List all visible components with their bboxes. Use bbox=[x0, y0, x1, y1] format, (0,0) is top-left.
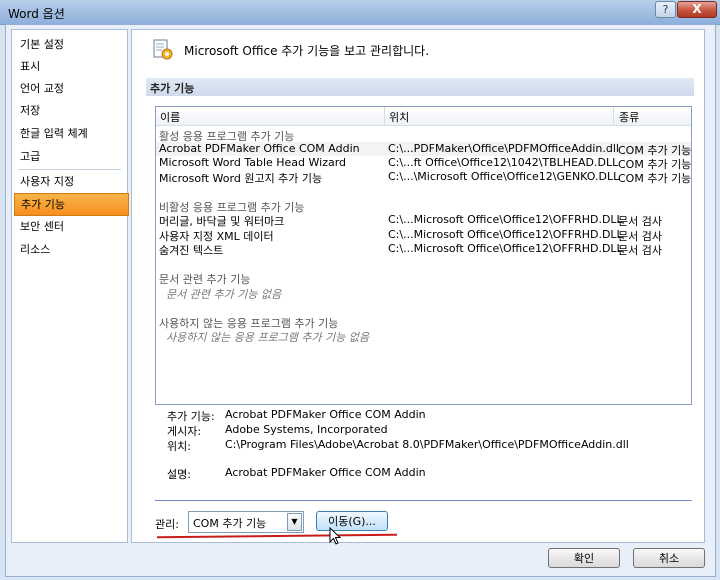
nav-item-basic[interactable]: 기본 설정 bbox=[14, 34, 127, 55]
nav-item-hangul-input[interactable]: 한글 입력 체계 bbox=[14, 123, 127, 144]
detail-description-label: 설명: bbox=[167, 468, 191, 481]
column-divider bbox=[384, 107, 385, 125]
manage-select[interactable]: COM 추가 기능 ▼ bbox=[188, 511, 304, 533]
list-item[interactable]: Microsoft Word 원고지 추가 기능 C:\...\Microsof… bbox=[156, 170, 692, 185]
addin-type: 문서 검사 bbox=[618, 244, 662, 257]
detail-location-label: 위치: bbox=[167, 440, 191, 453]
red-annotation-underline bbox=[156, 533, 398, 539]
detail-addin-value: Acrobat PDFMaker Office COM Addin bbox=[225, 408, 426, 421]
go-button[interactable]: 이동(G)... bbox=[316, 511, 388, 531]
addin-location: C:\...Microsoft Office\Office12\OFFRHD.D… bbox=[388, 213, 623, 226]
disabled-empty-text: 사용하지 않는 응용 프로그램 추가 기능 없음 bbox=[166, 331, 370, 344]
options-nav: 기본 설정 표시 언어 교정 저장 한글 입력 체계 고급 사용자 지정 추가 … bbox=[11, 29, 129, 543]
addin-location: C:\...Microsoft Office\Office12\OFFRHD.D… bbox=[388, 242, 623, 255]
addin-type: COM 추가 기능 bbox=[618, 172, 692, 185]
list-item[interactable]: 숨겨진 텍스트 C:\...Microsoft Office\Office12\… bbox=[156, 242, 691, 257]
divider bbox=[155, 500, 692, 501]
list-item[interactable]: 사용자 지정 XML 데이터 C:\...Microsoft Office\Of… bbox=[156, 228, 691, 243]
addin-location: C:\...\Microsoft Office\Office12\GENKO.D… bbox=[388, 170, 620, 183]
addins-icon bbox=[153, 39, 173, 60]
document-empty-text: 문서 관련 추가 기능 없음 bbox=[166, 288, 282, 301]
nav-item-resources[interactable]: 리소스 bbox=[14, 239, 127, 260]
nav-item-customize[interactable]: 사용자 지정 bbox=[14, 171, 127, 192]
detail-location-value: C:\Program Files\Adobe\Acrobat 8.0\PDFMa… bbox=[225, 438, 629, 451]
chevron-down-icon[interactable]: ▼ bbox=[287, 513, 302, 531]
column-type[interactable]: 종류 bbox=[619, 109, 639, 125]
column-name[interactable]: 이름 bbox=[160, 109, 180, 125]
panel-header-text: Microsoft Office 추가 기능을 보고 관리합니다. bbox=[184, 44, 430, 58]
nav-item-save[interactable]: 저장 bbox=[14, 100, 127, 121]
nav-item-trust-center[interactable]: 보안 센터 bbox=[14, 216, 127, 237]
addins-list[interactable]: 이름 위치 종류 활성 응용 프로그램 추가 기능 Acrobat PDFMak… bbox=[155, 106, 692, 405]
detail-description-value: Acrobat PDFMaker Office COM Addin bbox=[225, 466, 426, 479]
manage-select-value: COM 추가 기능 bbox=[193, 517, 267, 530]
column-divider bbox=[613, 107, 614, 125]
list-item[interactable]: Microsoft Word Table Head Wizard C:\...f… bbox=[156, 156, 691, 171]
addin-location: C:\...ft Office\Office12\1042\TBLHEAD.DL… bbox=[388, 156, 619, 169]
close-button[interactable]: X bbox=[677, 1, 717, 18]
detail-addin-label: 추가 기능: bbox=[167, 410, 215, 423]
ok-button[interactable]: 확인 bbox=[548, 548, 620, 568]
addin-location: C:\...PDFMaker\Office\PDFMOfficeAddin.dl… bbox=[388, 142, 619, 155]
nav-item-addins[interactable]: 추가 기능 bbox=[14, 193, 129, 216]
cancel-button[interactable]: 취소 bbox=[633, 548, 705, 568]
group-document-header: 문서 관련 추가 기능 bbox=[159, 273, 251, 286]
nav-item-display[interactable]: 표시 bbox=[14, 56, 127, 77]
addin-name: 머리글, 바닥글 및 워터마크 bbox=[159, 215, 285, 228]
addin-name: 숨겨진 텍스트 bbox=[159, 244, 224, 257]
title-bar: Word 옵션 ? X bbox=[0, 0, 720, 25]
addin-name: Microsoft Word 원고지 추가 기능 bbox=[159, 172, 323, 185]
section-header: 추가 기능 bbox=[146, 78, 694, 96]
manage-label: 관리: bbox=[155, 518, 179, 531]
help-button[interactable]: ? bbox=[655, 1, 676, 18]
addin-name: Microsoft Word Table Head Wizard bbox=[159, 156, 347, 169]
mouse-cursor-icon bbox=[329, 527, 341, 545]
column-location[interactable]: 위치 bbox=[389, 109, 409, 125]
addin-type: 문서 검사 bbox=[618, 215, 662, 228]
list-item[interactable]: Acrobat PDFMaker Office COM Addin C:\...… bbox=[156, 142, 691, 157]
addin-location: C:\...Microsoft Office\Office12\OFFRHD.D… bbox=[388, 228, 623, 241]
detail-publisher-value: Adobe Systems, Incorporated bbox=[225, 423, 388, 436]
nav-divider bbox=[18, 169, 121, 170]
detail-publisher-label: 게시자: bbox=[167, 425, 202, 438]
list-column-header: 이름 위치 종류 bbox=[156, 107, 691, 126]
window-title: Word 옵션 bbox=[8, 7, 65, 21]
nav-item-advanced[interactable]: 고급 bbox=[14, 146, 127, 167]
addins-panel: Microsoft Office 추가 기능을 보고 관리합니다. 추가 기능 … bbox=[131, 29, 705, 545]
section-title: 추가 기능 bbox=[150, 82, 195, 95]
list-item[interactable]: 머리글, 바닥글 및 워터마크 C:\...Microsoft Office\O… bbox=[156, 213, 691, 228]
nav-item-proofing[interactable]: 언어 교정 bbox=[14, 78, 127, 99]
addin-name: Acrobat PDFMaker Office COM Addin bbox=[159, 142, 360, 155]
